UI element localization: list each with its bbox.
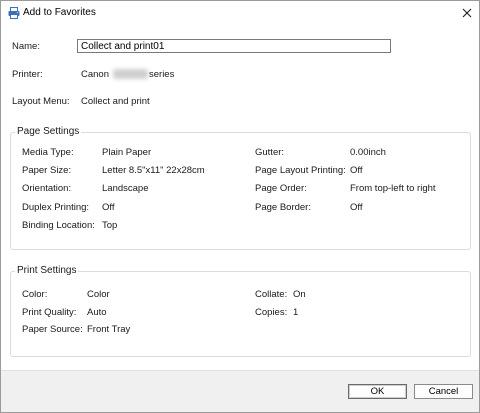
title-bar: Add to Favorites xyxy=(1,1,479,25)
page-order-value: From top-left to right xyxy=(350,183,436,194)
print-quality-value: Auto xyxy=(87,307,107,318)
gutter-label: Gutter: xyxy=(255,147,285,158)
print-settings-title: Print Settings xyxy=(15,265,79,276)
layout-menu-value: Collect and print xyxy=(81,96,150,107)
binding-location-value: Top xyxy=(102,220,118,231)
binding-location-label: Binding Location: xyxy=(22,220,95,231)
color-value: Color xyxy=(87,289,110,300)
orientation-value: Landscape xyxy=(102,183,149,194)
duplex-printing-value: Off xyxy=(102,202,115,213)
copies-label: Copies: xyxy=(255,307,288,318)
ok-button[interactable]: OK xyxy=(348,384,407,399)
print-quality-label: Print Quality: xyxy=(22,307,77,318)
page-order-label: Page Order: xyxy=(255,183,307,194)
page-settings-title: Page Settings xyxy=(15,126,82,137)
page-border-label: Page Border: xyxy=(255,202,311,213)
printer-model-redacted xyxy=(113,69,148,79)
printer-label: Printer: xyxy=(12,69,43,80)
orientation-label: Orientation: xyxy=(22,183,72,194)
duplex-printing-label: Duplex Printing: xyxy=(22,202,90,213)
color-label: Color: xyxy=(22,289,48,300)
name-label: Name: xyxy=(12,41,40,52)
page-border-value: Off xyxy=(350,202,363,213)
close-icon xyxy=(462,8,472,18)
dialog-footer: OK Cancel xyxy=(1,370,479,412)
printer-value-suffix: series xyxy=(149,69,175,80)
paper-size-value: Letter 8.5"x11" 22x28cm xyxy=(102,165,205,176)
close-button[interactable] xyxy=(455,2,479,24)
media-type-value: Plain Paper xyxy=(102,147,152,158)
copies-value: 1 xyxy=(293,307,299,318)
collate-value: On xyxy=(293,289,306,300)
page-layout-printing-value: Off xyxy=(350,165,363,176)
paper-source-label: Paper Source: xyxy=(22,324,83,335)
dialog-body: Name: Printer: Canon series Layout Menu:… xyxy=(1,25,479,370)
dialog-title: Add to Favorites xyxy=(23,7,96,18)
gutter-value: 0.00inch xyxy=(350,147,386,158)
printer-icon xyxy=(8,7,20,19)
page-layout-printing-label: Page Layout Printing: xyxy=(255,165,346,176)
add-to-favorites-dialog: Add to Favorites Name: Printer: Canon se… xyxy=(0,0,480,413)
print-settings-group: Print Settings xyxy=(10,265,471,357)
layout-menu-label: Layout Menu: xyxy=(12,96,70,107)
name-input[interactable] xyxy=(77,39,391,53)
cancel-button[interactable]: Cancel xyxy=(414,384,473,399)
paper-source-value: Front Tray xyxy=(87,324,131,335)
paper-size-label: Paper Size: xyxy=(22,165,72,176)
printer-value-prefix: Canon xyxy=(81,69,109,80)
collate-label: Collate: xyxy=(255,289,288,300)
media-type-label: Media Type: xyxy=(22,147,74,158)
